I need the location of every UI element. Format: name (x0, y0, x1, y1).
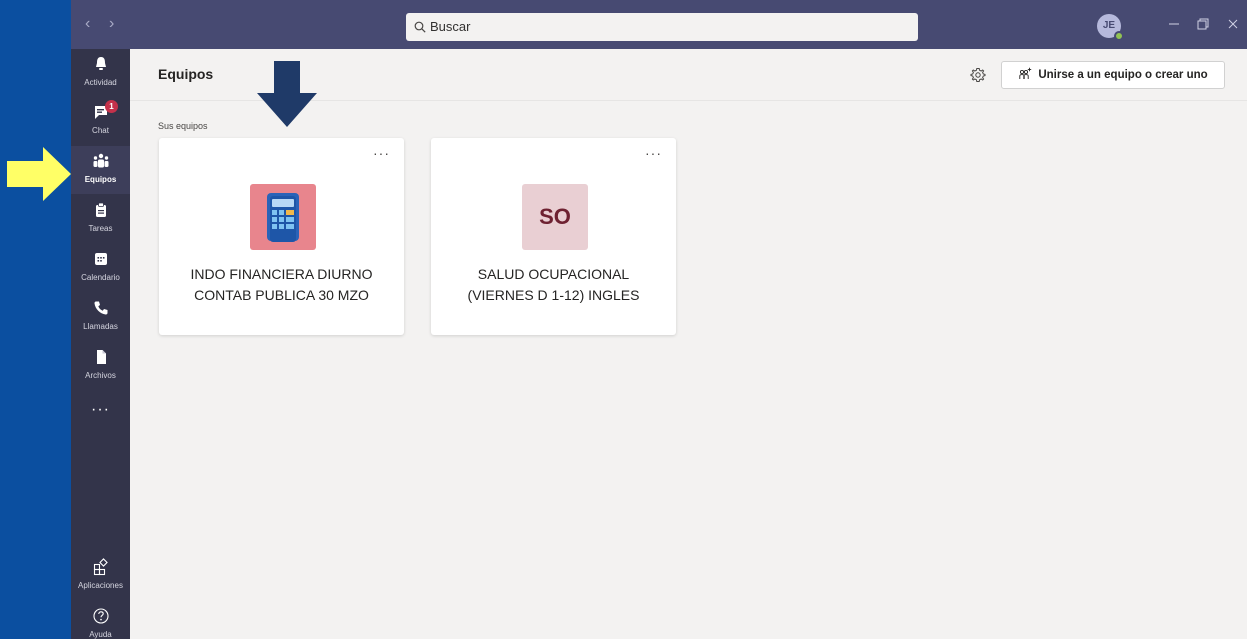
presence-status-icon (1114, 31, 1124, 41)
rail-item-aplicaciones[interactable]: Aplicaciones (71, 552, 130, 600)
help-icon (93, 608, 109, 624)
search-placeholder: Buscar (430, 19, 471, 34)
more-apps-icon[interactable]: ··· (71, 401, 130, 419)
search-input[interactable]: Buscar (406, 13, 918, 41)
apps-icon (93, 558, 108, 576)
join-button-label: Unirse a un equipo o crear uno (1038, 69, 1208, 81)
add-team-icon (1019, 67, 1032, 79)
team-name-line: SALUD OCUPACIONAL (477, 266, 630, 282)
tasks-icon (96, 202, 106, 217)
rail-label: Chat (92, 126, 109, 135)
rail-item-calendario[interactable]: Calendario (71, 244, 130, 292)
team-name: INDO FINANCIERA DIURNO CONTAB PUBLICA 30… (159, 264, 404, 306)
team-name: SALUD OCUPACIONAL (VIERNES D 1-12) INGLE… (431, 264, 676, 306)
team-avatar: SO (522, 184, 588, 250)
rail-label: Actividad (84, 78, 117, 87)
restore-icon[interactable] (1194, 15, 1212, 33)
phone-icon (94, 301, 108, 315)
rail-item-chat[interactable]: 1 Chat (71, 97, 130, 145)
page-title: Equipos (158, 66, 214, 82)
rail-label: Tareas (88, 224, 113, 233)
close-icon[interactable] (1224, 15, 1242, 33)
bell-icon (96, 57, 106, 70)
back-arrow-icon[interactable]: ‹ (85, 15, 90, 33)
join-or-create-team-button[interactable]: Unirse a un equipo o crear uno (1001, 61, 1225, 89)
more-options-icon[interactable]: ··· (373, 146, 390, 160)
team-card[interactable]: ··· SO SALUD OCUPACIONAL (VIERNES D 1-12… (431, 138, 676, 335)
minimize-icon[interactable] (1165, 15, 1183, 33)
chat-unread-badge: 1 (105, 100, 118, 113)
search-icon (414, 21, 426, 33)
yellow-arrow-annotation (7, 147, 71, 201)
rail-item-tareas[interactable]: Tareas (71, 195, 130, 243)
rail-label: Llamadas (83, 322, 118, 331)
team-card[interactable]: ··· INDO FINANCIERA DIURNO CONTAB PUBLIC… (159, 138, 404, 335)
rail-item-archivos[interactable]: Archivos (71, 342, 130, 390)
rail-item-actividad[interactable]: Actividad (71, 49, 130, 97)
section-label: Sus equipos (158, 121, 208, 131)
more-options-icon[interactable]: ··· (645, 146, 662, 160)
file-icon (97, 350, 106, 364)
team-avatar (250, 184, 316, 250)
calendar-icon (95, 253, 107, 265)
team-name-line: (VIERNES D 1-12) INGLES (467, 287, 640, 303)
rail-item-ayuda[interactable]: Ayuda (71, 601, 130, 639)
rail-item-equipos[interactable]: Equipos (71, 146, 130, 194)
team-name-line: CONTAB PUBLICA 30 MZO (194, 287, 369, 303)
navy-arrow-annotation (257, 61, 317, 127)
rail-label: Aplicaciones (78, 581, 123, 590)
rail-label: Ayuda (89, 630, 112, 639)
forward-arrow-icon[interactable]: › (109, 15, 114, 33)
rail-label: Calendario (81, 273, 120, 282)
rail-label: Equipos (84, 175, 117, 184)
teams-window: ‹ › Buscar JE Actividad 1 Chat Equipos T… (71, 0, 1247, 639)
rail-item-llamadas[interactable]: Llamadas (71, 293, 130, 341)
rail-label: Archivos (85, 371, 116, 380)
app-rail: Actividad 1 Chat Equipos Tareas Calendar… (71, 49, 130, 639)
title-bar: ‹ › Buscar JE (71, 0, 1247, 49)
team-name-line: INDO FINANCIERA DIURNO (190, 266, 373, 282)
calculator-icon (267, 193, 299, 242)
main-content: Equipos Unirse a un equipo o crear uno S… (130, 49, 1247, 639)
gear-icon[interactable] (970, 67, 986, 83)
teams-icon (93, 153, 109, 168)
